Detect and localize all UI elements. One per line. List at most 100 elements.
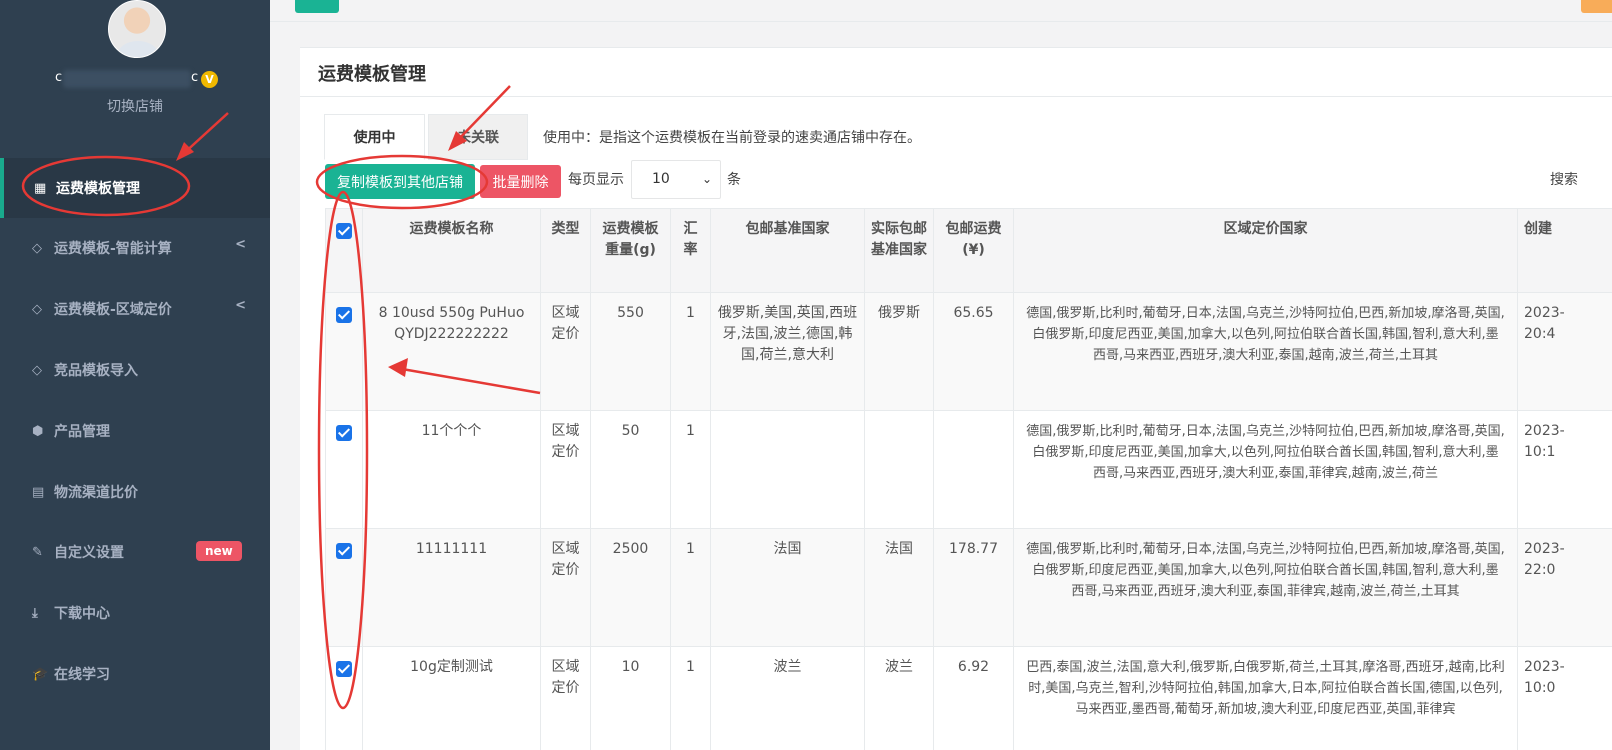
tab-in-use[interactable]: 使用中 bbox=[324, 114, 425, 160]
table-icon: ▦ bbox=[34, 180, 47, 196]
sidebar-item-label: 产品管理 bbox=[54, 424, 110, 440]
free-shipping-cost-cell bbox=[933, 410, 1014, 529]
rate-cell: 1 bbox=[670, 410, 711, 529]
diamond-icon: ◇ bbox=[32, 362, 42, 378]
chevron-down-icon: ⌄ bbox=[701, 172, 712, 186]
sidebar-item-custom-settings[interactable]: ✎ 自定义设置 new bbox=[0, 522, 270, 582]
sidebar-item-competitor-import[interactable]: ◇ 竞品模板导入 bbox=[0, 340, 270, 400]
calculator-icon: ▤ bbox=[32, 484, 45, 500]
top-orange-button[interactable] bbox=[1581, 0, 1612, 13]
switch-shop-link[interactable]: 切换店铺 bbox=[0, 96, 270, 116]
free-base-country-cell: 法国 bbox=[710, 528, 865, 647]
user-name-prefix: c bbox=[55, 70, 63, 85]
sidebar-item-region-pricing[interactable]: ◇ 运费模板-区域定价 < bbox=[0, 279, 270, 339]
tab-description: 使用中：是指这个运费模板在当前登录的速卖通店铺中存在。 bbox=[543, 130, 921, 146]
actual-base-country-cell: 法国 bbox=[864, 528, 934, 647]
chevron-left-icon: < bbox=[235, 237, 246, 252]
row-select-cell bbox=[325, 528, 363, 647]
vip-badge-icon: V bbox=[201, 71, 218, 88]
page-title: 运费模板管理 bbox=[318, 64, 426, 85]
free-base-country-cell: 俄罗斯,美国,英国,西班牙,法国,波兰,德国,韩国,荷兰,意大利 bbox=[710, 292, 865, 411]
sidebar-item-freight-template-management[interactable]: ▦ 运费模板管理 bbox=[0, 158, 270, 218]
per-page-label: 每页显示 bbox=[568, 172, 624, 188]
wrench-icon: ✎ bbox=[32, 544, 43, 560]
table-row: 11111111 区域定价 2500 1 法国 法国 178.77 德国,俄罗斯… bbox=[325, 528, 1612, 647]
sidebar-item-label: 运费模板-区域定价 bbox=[54, 302, 172, 318]
template-name-cell: 11111111 bbox=[362, 528, 541, 647]
column-header[interactable]: 包邮基准国家 bbox=[710, 208, 865, 293]
row-select-cell bbox=[325, 410, 363, 529]
rate-cell: 1 bbox=[670, 528, 711, 647]
column-header[interactable]: 汇率 bbox=[670, 208, 711, 293]
user-name-suffix: c bbox=[191, 70, 199, 85]
sidebar-item-online-learning[interactable]: 🎓 在线学习 bbox=[0, 644, 270, 704]
created-cell: 2023- 10:1 bbox=[1517, 410, 1612, 529]
weight-cell: 10 bbox=[590, 646, 671, 750]
chevron-left-icon: < bbox=[235, 298, 246, 313]
download-icon: ⤓ bbox=[32, 605, 38, 621]
created-cell: 2023- 10:0 bbox=[1517, 646, 1612, 750]
row-checkbox[interactable] bbox=[336, 425, 352, 441]
weight-cell: 50 bbox=[590, 410, 671, 529]
sidebar-item-product-management[interactable]: ⬢ 产品管理 bbox=[0, 401, 270, 461]
cube-icon: ⬢ bbox=[32, 423, 44, 439]
template-name-cell: 8 10usd 550g PuHuo QYDJ222222222 bbox=[362, 292, 541, 411]
new-badge: new bbox=[196, 541, 242, 561]
row-checkbox[interactable] bbox=[336, 661, 352, 677]
top-toolbar bbox=[270, 0, 1612, 22]
per-page-value: 10 bbox=[652, 171, 670, 187]
column-header[interactable]: 运费模板重量(g) bbox=[590, 208, 671, 293]
rate-cell: 1 bbox=[670, 646, 711, 750]
sidebar-item-label: 在线学习 bbox=[54, 667, 110, 683]
template-name-cell: 11个个个 bbox=[362, 410, 541, 529]
graduation-cap-icon: 🎓 bbox=[32, 666, 49, 682]
column-header[interactable]: 创建 bbox=[1517, 208, 1612, 293]
sidebar-item-smart-calculation[interactable]: ◇ 运费模板-智能计算 < bbox=[0, 218, 270, 278]
sidebar-item-download-center[interactable]: ⤓ 下载中心 bbox=[0, 583, 270, 643]
weight-cell: 550 bbox=[590, 292, 671, 411]
sidebar-item-logistics-compare[interactable]: ▤ 物流渠道比价 bbox=[0, 462, 270, 522]
table-row: 11个个个 区域定价 50 1 德国,俄罗斯,比利时,葡萄牙,日本,法国,乌克兰… bbox=[325, 410, 1612, 529]
row-checkbox[interactable] bbox=[336, 307, 352, 323]
user-name-redacted bbox=[63, 70, 191, 88]
copy-template-to-other-shop-button[interactable]: 复制模板到其他店铺 bbox=[325, 164, 475, 199]
rate-cell: 1 bbox=[670, 292, 711, 411]
top-green-button[interactable] bbox=[295, 0, 339, 13]
tab-unlinked[interactable]: 未关联 bbox=[428, 114, 528, 160]
sidebar-item-label: 运费模板管理 bbox=[56, 181, 140, 197]
column-header[interactable]: 包邮运费(¥) bbox=[933, 208, 1014, 293]
type-cell: 区域定价 bbox=[540, 646, 591, 750]
free-base-country-cell: 波兰 bbox=[710, 646, 865, 750]
weight-cell: 2500 bbox=[590, 528, 671, 647]
column-header[interactable]: 区域定价国家 bbox=[1013, 208, 1518, 293]
row-checkbox[interactable] bbox=[336, 543, 352, 559]
created-cell: 2023- 20:4 bbox=[1517, 292, 1612, 411]
region-countries-cell: 巴西,泰国,波兰,法国,意大利,俄罗斯,白俄罗斯,荷兰,土耳其,摩洛哥,西班牙,… bbox=[1013, 646, 1518, 750]
batch-delete-button[interactable]: 批量删除 bbox=[480, 165, 561, 198]
per-page-unit: 条 bbox=[727, 172, 741, 188]
type-cell: 区域定价 bbox=[540, 410, 591, 529]
column-header[interactable]: 实际包邮基准国家 bbox=[864, 208, 934, 293]
sidebar-item-label: 运费模板-智能计算 bbox=[54, 241, 172, 257]
type-cell: 区域定价 bbox=[540, 528, 591, 647]
user-avatar[interactable] bbox=[108, 0, 166, 58]
diamond-icon: ◇ bbox=[32, 301, 42, 317]
sidebar-item-label: 下载中心 bbox=[54, 606, 110, 622]
free-base-country-cell bbox=[710, 410, 865, 529]
per-page-select[interactable]: 10 ⌄ bbox=[631, 160, 721, 199]
column-header[interactable]: 运费模板名称 bbox=[362, 208, 541, 293]
column-header[interactable]: 类型 bbox=[540, 208, 591, 293]
actual-base-country-cell: 俄罗斯 bbox=[864, 292, 934, 411]
sidebar-item-label: 竞品模板导入 bbox=[54, 363, 138, 379]
free-shipping-cost-cell: 6.92 bbox=[933, 646, 1014, 750]
created-cell: 2023- 22:0 bbox=[1517, 528, 1612, 647]
diamond-icon: ◇ bbox=[32, 240, 42, 256]
divider bbox=[300, 96, 1612, 97]
free-shipping-cost-cell: 178.77 bbox=[933, 528, 1014, 647]
select-all-checkbox[interactable] bbox=[336, 223, 352, 239]
table-row: 10g定制测试 区域定价 10 1 波兰 波兰 6.92 巴西,泰国,波兰,法国… bbox=[325, 646, 1612, 750]
sidebar-item-label: 物流渠道比价 bbox=[54, 485, 138, 501]
sidebar: c c V 切换店铺 ▦ 运费模板管理 ◇ 运费模板-智能计算 < ◇ 运费模板… bbox=[0, 0, 270, 750]
select-all-cell bbox=[325, 208, 363, 293]
free-shipping-cost-cell: 65.65 bbox=[933, 292, 1014, 411]
